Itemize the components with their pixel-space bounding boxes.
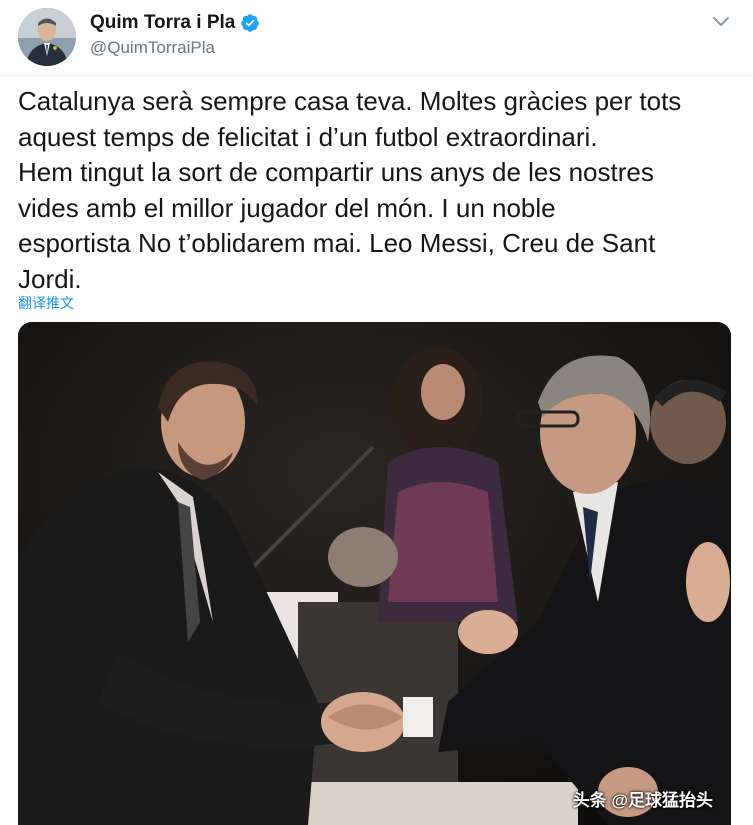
tweet-photo[interactable]: 头条 @足球猛抬头 xyxy=(18,322,731,825)
avatar-image xyxy=(18,8,76,66)
verified-badge-icon xyxy=(241,14,260,32)
author-handle[interactable]: @QuimTorraiPla xyxy=(90,38,215,58)
chevron-down-icon[interactable] xyxy=(708,12,734,32)
watermark: 头条 @足球猛抬头 xyxy=(572,791,713,810)
avatar[interactable] xyxy=(18,8,76,66)
translate-tweet-link[interactable]: 翻译推文 xyxy=(18,293,74,313)
author-name[interactable]: Quim Torra i Pla xyxy=(90,12,235,34)
tweet-header: Quim Torra i Pla @QuimTorraiPla xyxy=(0,0,753,76)
tweet-text: Catalunya serà sempre casa teva. Moltes … xyxy=(18,86,682,294)
author-name-row: Quim Torra i Pla xyxy=(90,12,260,34)
photo-illustration xyxy=(18,322,731,825)
